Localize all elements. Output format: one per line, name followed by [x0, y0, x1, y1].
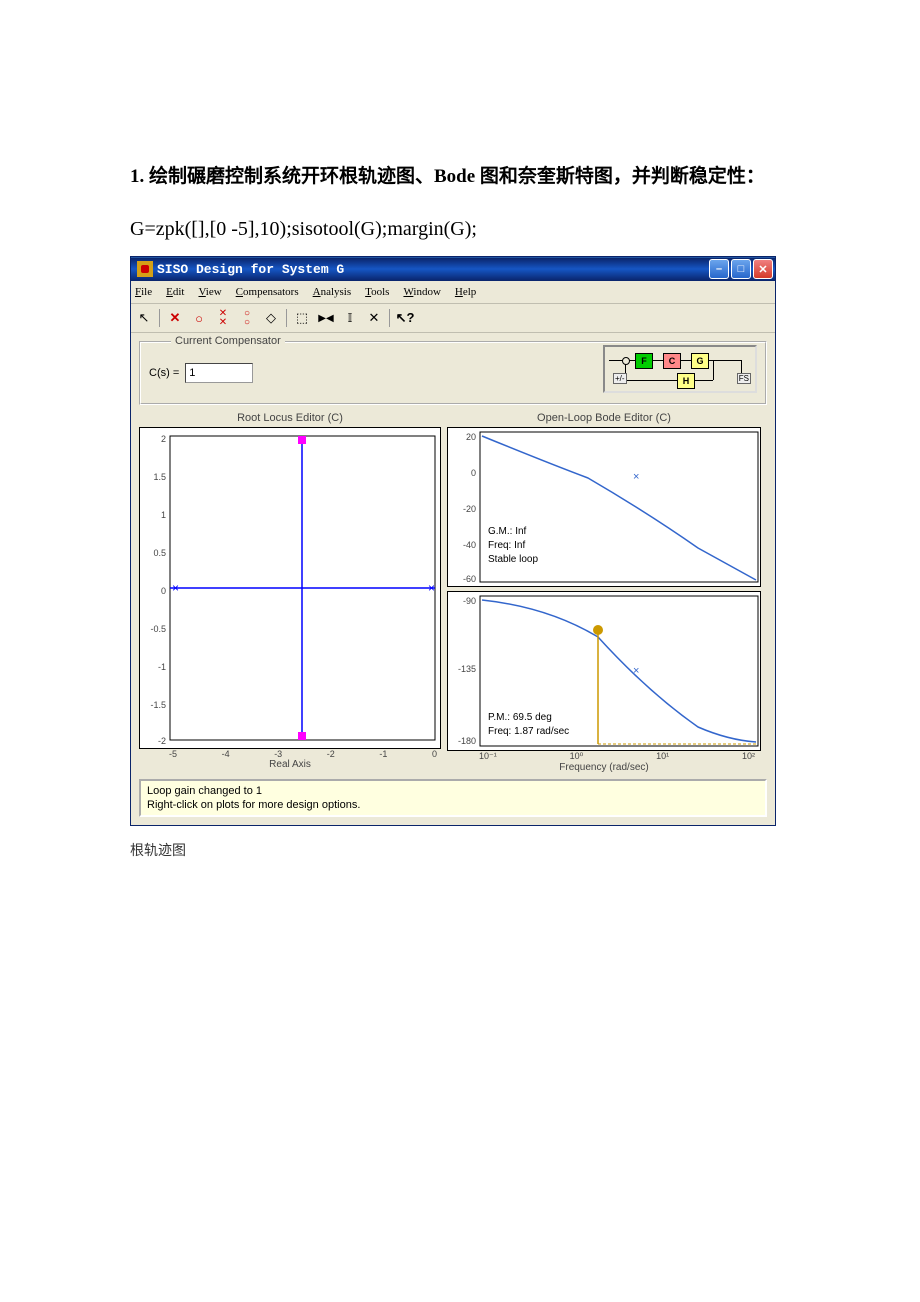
bode-title: Open-Loop Bode Editor (C) [447, 409, 761, 427]
matlab-icon [137, 261, 153, 277]
compensator-panel: Current Compensator C(s) = F C G H +/- F… [139, 341, 767, 405]
svg-text:-135: -135 [458, 664, 476, 674]
sign-toggle[interactable]: +/- [613, 373, 627, 384]
svg-text:2: 2 [161, 434, 166, 444]
rl-xlabel: Real Axis [139, 759, 441, 770]
svg-text:-60: -60 [463, 574, 476, 584]
siso-window: SISO Design for System G – □ ✕ File Edit… [130, 256, 776, 826]
add-pole-icon[interactable]: ✕ [166, 309, 184, 327]
add-complex-pole-icon[interactable]: ✕✕ [214, 309, 232, 327]
add-zero-icon[interactable]: ○ [190, 309, 208, 327]
svg-text:Stable loop: Stable loop [488, 554, 538, 565]
svg-text:-180: -180 [458, 736, 476, 746]
svg-text:1.5: 1.5 [153, 472, 166, 482]
svg-text:-90: -90 [463, 596, 476, 606]
block-f[interactable]: F [635, 353, 653, 369]
figure-caption: 根轨迹图 [130, 840, 790, 860]
svg-text:Freq: 1.87 rad/sec: Freq: 1.87 rad/sec [488, 726, 569, 737]
svg-text:Freq: Inf: Freq: Inf [488, 540, 525, 551]
root-locus-title: Root Locus Editor (C) [139, 409, 441, 427]
menu-compensators[interactable]: Compensators [236, 286, 299, 298]
svg-text:×: × [633, 471, 639, 483]
svg-text:20: 20 [466, 432, 476, 442]
compensator-input[interactable] [185, 363, 253, 383]
svg-text:0.5: 0.5 [153, 548, 166, 558]
comp-label: C(s) = [149, 367, 179, 379]
svg-text:0: 0 [471, 468, 476, 478]
svg-text:G.M.: Inf: G.M.: Inf [488, 526, 527, 537]
svg-text:-1.5: -1.5 [150, 700, 166, 710]
menu-tools[interactable]: Tools [365, 286, 389, 298]
help-icon[interactable]: ↖? [396, 309, 414, 327]
svg-text:×: × [633, 665, 639, 677]
root-locus-plot[interactable]: 2 1.5 1 0.5 0 -0.5 -1 -1.5 -2 × × [139, 427, 441, 749]
pointer-icon[interactable]: ↖ [135, 309, 153, 327]
svg-text:×: × [172, 581, 179, 595]
svg-text:×: × [428, 581, 435, 595]
menu-analysis[interactable]: Analysis [313, 286, 352, 298]
status-line-2: Right-click on plots for more design opt… [147, 798, 759, 812]
block-h[interactable]: H [677, 373, 695, 389]
zoom-out-icon[interactable]: ✕ [365, 309, 383, 327]
menu-view[interactable]: View [198, 286, 221, 298]
menu-file[interactable]: File [135, 286, 152, 298]
zoom-y-icon[interactable]: 𝕀 [341, 309, 359, 327]
block-c[interactable]: C [663, 353, 681, 369]
status-line-1: Loop gain changed to 1 [147, 784, 759, 798]
svg-text:0: 0 [161, 586, 166, 596]
bode-xlabel: Frequency (rad/sec) [447, 762, 761, 773]
menubar: File Edit View Compensators Analysis Too… [131, 281, 775, 304]
menu-help[interactable]: Help [455, 286, 476, 298]
fs-button[interactable]: FS [737, 373, 751, 384]
svg-text:-1: -1 [158, 662, 166, 672]
maximize-button[interactable]: □ [731, 259, 751, 279]
close-button[interactable]: ✕ [753, 259, 773, 279]
menu-window[interactable]: Window [403, 286, 440, 298]
svg-text:-20: -20 [463, 504, 476, 514]
bode-phase-plot[interactable]: -90 -135 -180 × P.M.: 69.5 deg Freq: 1.87 … [447, 591, 761, 751]
svg-text:P.M.: 69.5 deg: P.M.: 69.5 deg [488, 712, 552, 723]
status-bar: Loop gain changed to 1 Right-click on pl… [139, 779, 767, 817]
eraser-icon[interactable]: ◇ [262, 309, 280, 327]
menu-edit[interactable]: Edit [166, 286, 184, 298]
svg-text:-0.5: -0.5 [150, 624, 166, 634]
bode-magnitude-plot[interactable]: 20 0 -20 -40 -60 × G.M.: Inf Freq: Inf Stabl… [447, 427, 761, 587]
svg-text:-2: -2 [158, 736, 166, 746]
zoom-x-icon[interactable]: ▶◀ [317, 309, 335, 327]
block-diagram[interactable]: F C G H +/- FS [603, 345, 757, 393]
add-complex-zero-icon[interactable]: ○○ [238, 309, 256, 327]
matlab-code: G=zpk([],[0 -5],10);sisotool(G);margin(G… [130, 218, 790, 241]
problem-heading: 1. 绘制碾磨控制系统开环根轨迹图、Bode 图和奈奎斯特图，并判断稳定性： [130, 150, 790, 203]
minimize-button[interactable]: – [709, 259, 729, 279]
comp-legend: Current Compensator [171, 335, 285, 347]
svg-text:1: 1 [161, 510, 166, 520]
zoom-region-icon[interactable]: ⬚ [293, 309, 311, 327]
block-g[interactable]: G [691, 353, 709, 369]
svg-text:-40: -40 [463, 540, 476, 550]
window-title: SISO Design for System G [157, 262, 709, 277]
titlebar[interactable]: SISO Design for System G – □ ✕ [131, 257, 775, 281]
toolbar: ↖ ✕ ○ ✕✕ ○○ ◇ ⬚ ▶◀ 𝕀 ✕ ↖? [131, 304, 775, 333]
